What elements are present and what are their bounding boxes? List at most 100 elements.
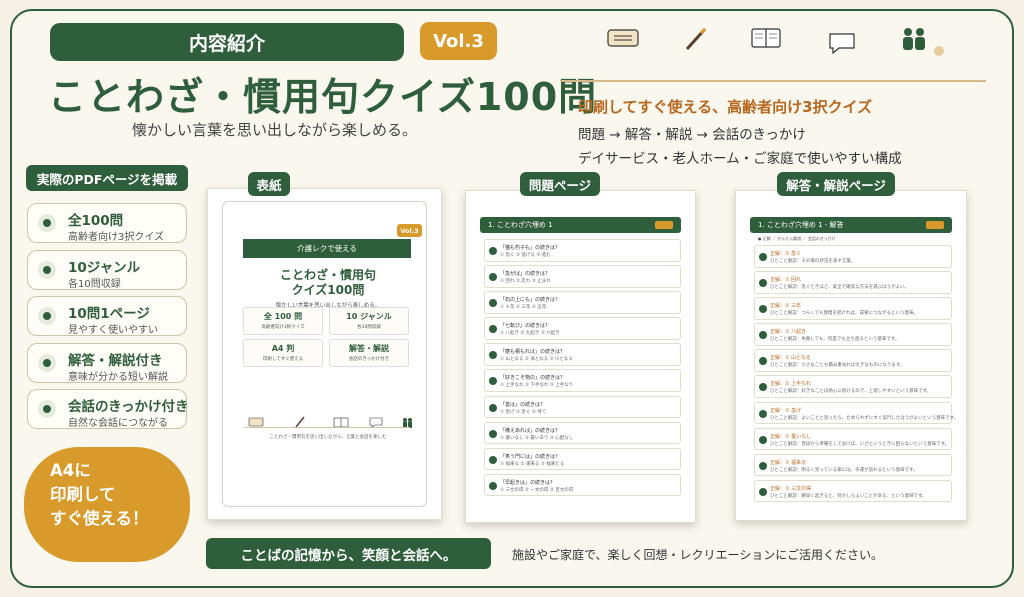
question-text: 「備えあれば」の続きは？ <box>500 427 561 434</box>
page-subtitle: 懐かしい言葉を思い出しながら楽しめる。 <box>132 121 418 139</box>
question-text: 「好きこそ物の」の続きは？ <box>500 375 566 382</box>
volume-badge: Vol.3 <box>420 22 497 60</box>
answer-item: 正解：② 三年 ひとこと解説：つらくても我慢を続ければ、成果につながるという意味。 <box>754 297 952 320</box>
question-number-icon <box>489 299 497 308</box>
right-headline: 印刷してすぐ使える、高齢者向け3択クイズ <box>578 98 873 116</box>
question-item: 「早起きは」の続きは？ ① 三文の得 ② 一文の得 ③ 百文の得 <box>484 473 681 497</box>
cover-box-sub: 印刷してすぐ使える <box>262 357 304 362</box>
answer-text: 正解：① 上手なれ <box>770 381 812 388</box>
bullet-icon <box>38 260 56 279</box>
question-choices: ① 憂いなし ② 憂いあり ③ 心配なし <box>500 435 574 441</box>
people-icon <box>903 28 925 50</box>
cover-box-title: 全 100 問 <box>263 312 303 321</box>
cover-box-sub: 各10問収録 <box>357 325 381 330</box>
answer-number-icon <box>759 331 767 340</box>
answer-item: 正解：① 福来る ひとこと解説：明るく笑っている家には、幸運が訪れるという意味です… <box>754 453 952 477</box>
question-item: 「石の上にも」の続きは？ ① 十年 ② 三年 ③ 五年 <box>484 291 681 314</box>
cover-box: 10 ジャンル 各10問収録 <box>329 307 409 335</box>
feature-item: 会話のきっかけ付き自然な会話につながる <box>27 389 189 430</box>
feature-title: 10問1ページ <box>68 306 150 323</box>
question-header: 1. ことわざ穴埋め 1 <box>480 217 681 233</box>
answer-explanation: ひとこと解説：よいことと思ったら、ためらわずにすぐ実行したほうがよいという意味で… <box>770 415 959 421</box>
feature-title: 全100問 <box>68 213 124 229</box>
answer-explanation: ひとこと解説：朝早く起きると、何かしらよいことがある、という意味です。 <box>770 493 927 499</box>
question-text: 「猫も杓子も」の続きは？ <box>500 245 561 251</box>
answer-page-label: 解答・解説ページ <box>777 172 895 196</box>
answer-number-icon <box>759 435 767 444</box>
question-header-text: 1. ことわざ穴埋め 1 <box>488 221 553 229</box>
answer-item: 正解：① 回れ ひとこと解説：急ぐときほど、安全で確実な方法を選ぶほうがよい。 <box>754 271 952 294</box>
question-choices: ① 急げ ② 急ぐ ③ 待て <box>500 409 547 415</box>
question-text: 「早起きは」の続きは？ <box>500 479 556 486</box>
answer-list: 正解：① 急ぐ ひとこと解説：その場の状況を表す言葉。 正解：① 回れ ひとこと解説… <box>754 245 958 506</box>
question-list: 「猫も杓子も」の続きは？ ① 急ぐ ② 逃げる ③ 進む 「急がば」の続きは？ ① … <box>484 239 681 500</box>
question-item: 「善は」の続きは？ ① 急げ ② 急ぐ ③ 待て <box>484 395 681 419</box>
answer-text: 正解：① 急ぐ <box>770 251 802 257</box>
answer-text: 正解：① 回れ <box>770 277 802 284</box>
feature-title: 10ジャンル <box>68 259 141 276</box>
answer-item: 正解：① 八起き ひとこと解説：失敗しても、何度でも立ち直るという意味です。 <box>754 323 952 346</box>
cta-line-2: 印刷して <box>50 485 116 504</box>
cover-box-title: 解答・解説 <box>349 344 389 353</box>
answer-number-icon <box>759 409 767 418</box>
feature-item: 10ジャンル 各10問収録 <box>27 249 187 290</box>
cover-box-sub: 会話のきっかけ付き <box>348 357 390 362</box>
answer-page-preview: 1. ことわざ穴埋め 1 - 解答 ● 正解 ／ かんたん解説 ／ 会話のきっか… <box>735 190 967 521</box>
feature-item: 解答・解説付き 意味が分かる短い解説 <box>27 342 187 383</box>
answer-explanation: ひとこと解説：その場の状況を表す言葉。 <box>770 259 856 264</box>
answer-header: 1. ことわざ穴埋め 1 - 解答 <box>750 217 952 233</box>
question-number-icon <box>489 351 497 360</box>
question-item: 「笑う門には」の続きは？ ① 福来る ② 運来る ③ 福来たる <box>484 447 681 471</box>
answer-text: 正解：① 福来る <box>770 459 807 466</box>
cover-box: 全 100 問高齢者向け3択クイズ <box>243 307 323 335</box>
feature-list: 全100問 高齢者向け3択クイズ 10ジャンル 各10問収録 10問1ページ 見やすく… <box>27 203 189 436</box>
answer-item: 正解：① 上手なれ ひとこと解説：好きなことは熱心に続けるので、上達しやすいという… <box>754 375 952 398</box>
cover-box-sub: 高齢者向け3択クイズ <box>261 325 305 330</box>
answer-number-icon <box>759 461 767 470</box>
question-page-label: 問題ページ <box>520 172 600 196</box>
cover-band: 介護レクで使える <box>243 239 411 258</box>
answer-number-icon <box>759 253 767 261</box>
answer-number-icon <box>759 279 767 288</box>
cover-box-title: A4 判 <box>271 344 295 353</box>
cover-title-1: ことわざ・慣用句 <box>279 268 376 282</box>
feature-sub: 見やすく使いやすい <box>68 325 158 337</box>
question-item: 「好きこそ物の」の続きは？ ① 上手なれ ② 下手なれ ③ 上手なり <box>484 369 681 392</box>
question-number-icon <box>489 273 497 282</box>
right-line-1: 問題 → 解答・解説 → 会話のきっかけ <box>578 127 806 143</box>
question-text: 「笑う門には」の続きは？ <box>500 453 561 460</box>
bullet-icon <box>38 353 56 372</box>
page-title: ことわざ・慣用句クイズ100問 <box>48 75 598 119</box>
answer-explanation: ひとこと解説：好きなことは熱心に続けるので、上達しやすいという意味です。 <box>770 389 932 395</box>
answer-text: 正解：② 三年 <box>770 303 802 310</box>
divider <box>560 80 986 82</box>
answer-number-icon <box>759 383 767 392</box>
cover-title: ことわざ・慣用句 クイズ100問 <box>248 268 408 298</box>
question-text: 「急がば」の続きは？ <box>500 271 551 278</box>
icon-row <box>605 25 945 61</box>
question-choices: ① 急ぐ ② 逃げる ③ 進む <box>500 253 551 258</box>
cta-line-1: A4に <box>50 461 91 480</box>
feature-title: 会話のきっかけ付き <box>68 399 189 416</box>
book-icon <box>751 28 781 48</box>
answer-explanation: ひとこと解説：失敗しても、何度でも立ち直るという意味です。 <box>770 337 900 343</box>
question-text: 「塵も積もれば」の続きは？ <box>500 349 566 356</box>
feature-sub: 意味が分かる短い解説 <box>68 371 168 383</box>
question-number-icon <box>489 403 497 412</box>
header-badge <box>926 221 944 229</box>
feature-sub: 自然な会話につながる <box>68 418 168 430</box>
question-item: 「猫も杓子も」の続きは？ ① 急ぐ ② 逃げる ③ 進む <box>484 239 681 262</box>
right-copy: 印刷してすぐ使える、高齢者向け3択クイズ 問題 → 解答・解説 → 会話のきっか… <box>578 96 902 171</box>
question-number-icon <box>489 377 497 386</box>
question-choices: ① 十年 ② 三年 ③ 五年 <box>500 305 547 311</box>
question-number-icon <box>489 455 497 464</box>
answer-item: 正解：① 三文の得 ひとこと解説：朝早く起きると、何かしらよいことがある、という意… <box>754 479 952 503</box>
pencil-icon <box>685 27 707 51</box>
question-text: 「善は」の続きは？ <box>500 401 546 408</box>
question-choices: ① 三文の得 ② 一文の得 ③ 百文の得 <box>500 487 574 493</box>
answer-explanation: ひとこと解説：小さなことも積み重ねれば大きなものになります。 <box>770 363 905 369</box>
question-item: 「七転び」の続きは？ ① 八起き ② 九起き ③ 六起き <box>484 317 681 340</box>
question-number-icon <box>489 481 497 490</box>
answer-explanation: ひとこと解説：つらくても我慢を続ければ、成果につながるという意味。 <box>770 311 919 317</box>
bullet-icon <box>38 307 56 326</box>
